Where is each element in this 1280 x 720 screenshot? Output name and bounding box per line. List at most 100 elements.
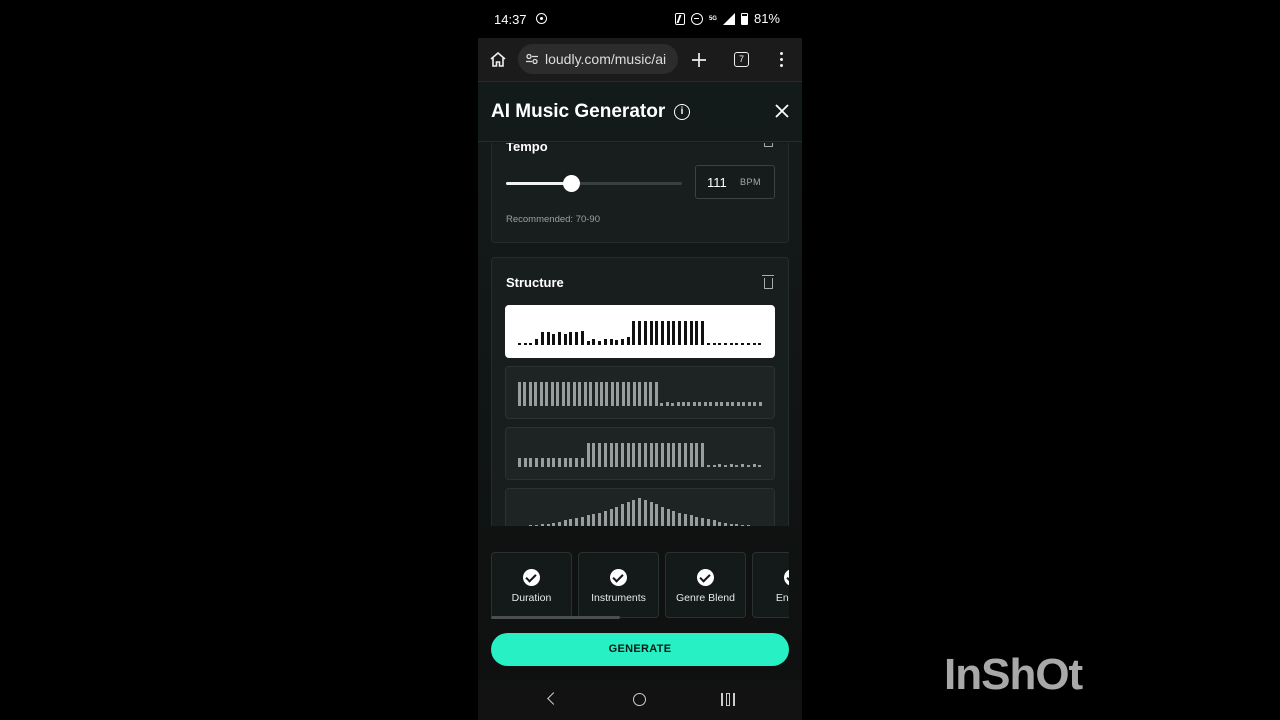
pattern-bar (592, 443, 596, 467)
option-card-instruments[interactable]: Instruments (578, 552, 659, 618)
pattern-bar (518, 343, 521, 345)
delete-structure-icon[interactable] (762, 275, 774, 289)
option-label: Instruments (591, 592, 646, 604)
bpm-input[interactable]: 111 BPM (695, 165, 775, 199)
tempo-slider[interactable] (506, 175, 682, 192)
pattern-bar (605, 382, 609, 406)
home-icon[interactable] (490, 52, 506, 67)
pattern-bar (523, 458, 527, 467)
pattern-bar (758, 402, 762, 406)
pattern-bar (712, 520, 716, 526)
pattern-bar (632, 443, 636, 467)
more-menu-icon[interactable] (780, 52, 784, 68)
pattern-bar (729, 464, 733, 467)
option-card-genre-blend[interactable]: Genre Blend (665, 552, 746, 618)
pattern-bar (661, 507, 665, 526)
pattern-bar (718, 522, 722, 526)
pattern-bar (580, 458, 584, 467)
pattern-bar (672, 511, 676, 526)
pattern-bar (654, 382, 658, 406)
site-settings-icon[interactable] (526, 54, 538, 64)
pattern-bar (626, 443, 630, 467)
pattern-bar (706, 519, 710, 526)
tab-switcher-icon[interactable]: 7 (734, 52, 749, 67)
pattern-bar (661, 321, 665, 345)
tempo-title: Tempo (506, 143, 548, 154)
delete-tempo-icon[interactable] (764, 143, 773, 147)
pattern-bar (695, 443, 699, 467)
pattern-bar (683, 443, 687, 467)
pattern-bar (534, 382, 538, 406)
pattern-bar (638, 443, 642, 467)
pattern-bar (752, 464, 756, 467)
pattern-bar (540, 524, 544, 526)
phone-screen: 14:37 5G 81% loudly.com/music/ai 7 AI Mu… (478, 0, 802, 720)
pattern-bar (746, 525, 750, 526)
back-icon[interactable] (547, 692, 560, 705)
option-label: Genre Blend (676, 592, 735, 604)
pattern-bar (603, 443, 607, 467)
info-icon[interactable]: i (674, 104, 690, 120)
pattern-bar (632, 321, 636, 345)
pattern-bar (660, 403, 664, 406)
generate-button[interactable]: GENERATE (491, 633, 789, 666)
ai-music-panel: AI Music Generator i Tempo 111 BPM Recom… (478, 82, 802, 680)
pattern-bar (747, 402, 751, 406)
pattern-bar (609, 339, 613, 345)
pattern-bar (626, 502, 630, 526)
pattern-bar (539, 382, 543, 406)
pattern-bar (556, 382, 560, 406)
pattern-bar (661, 443, 665, 467)
pattern-bar (586, 443, 590, 467)
option-cards-row[interactable]: Duration Instruments Genre Blend Energy (491, 552, 789, 620)
structure-pattern-3[interactable] (505, 427, 775, 480)
pattern-bar (643, 382, 647, 406)
home-button-icon[interactable] (633, 693, 646, 706)
location-icon (536, 13, 547, 24)
option-card-duration[interactable]: Duration (491, 552, 572, 618)
address-bar[interactable]: loudly.com/music/ai (518, 44, 678, 74)
pattern-bar (575, 458, 579, 467)
structure-pattern-4[interactable] (505, 488, 775, 526)
pattern-bars (518, 376, 764, 406)
pattern-bar (603, 339, 607, 345)
pattern-bar (586, 515, 590, 526)
pattern-bar (746, 465, 750, 467)
structure-pattern-2[interactable] (505, 366, 775, 419)
signal-icon (722, 12, 735, 25)
recents-icon[interactable] (721, 693, 735, 706)
structure-pattern-1[interactable] (505, 305, 775, 358)
options-scrollbar[interactable] (491, 616, 620, 619)
pattern-bar (712, 465, 716, 467)
option-card-energy[interactable]: Energy (752, 552, 789, 618)
pattern-bar (546, 458, 550, 467)
pattern-bar (561, 382, 565, 406)
pattern-bar (518, 382, 521, 406)
pattern-bar (701, 518, 705, 526)
check-icon (697, 569, 714, 586)
pattern-bar (718, 464, 722, 467)
pattern-bar (632, 382, 636, 406)
pattern-bar (621, 382, 625, 406)
pattern-bar (655, 504, 659, 526)
close-icon[interactable] (774, 103, 790, 119)
pattern-bar (643, 321, 647, 345)
new-tab-icon[interactable] (690, 51, 708, 69)
pattern-bar (638, 382, 642, 406)
pattern-bar (615, 507, 619, 526)
pattern-bar (620, 443, 624, 467)
pattern-bar (649, 321, 653, 345)
panel-title: AI Music Generator (491, 101, 666, 122)
structure-card: Structure (491, 257, 789, 526)
check-icon (784, 569, 789, 586)
pattern-bar (616, 382, 620, 406)
pattern-bar (569, 458, 573, 467)
pattern-bar (723, 523, 727, 526)
pattern-bar (546, 332, 550, 345)
pattern-bar (535, 458, 539, 467)
pattern-bar (649, 502, 653, 526)
settings-scroll-area[interactable]: Tempo 111 BPM Recommended: 70-90 Structu… (478, 143, 802, 526)
tempo-slider-thumb[interactable] (563, 175, 581, 192)
structure-title: Structure (506, 275, 564, 290)
pattern-bar (578, 382, 582, 406)
